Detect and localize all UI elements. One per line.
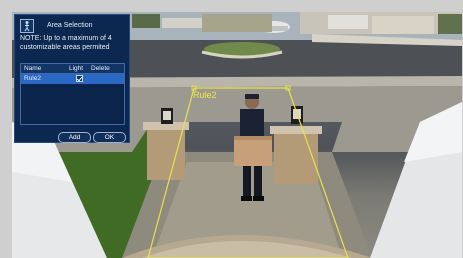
rule-label: Rule2 xyxy=(193,90,217,100)
ok-button[interactable]: OK xyxy=(93,132,126,143)
dialog-note: NOTE: Up to a maximum of 4 customizable … xyxy=(20,35,112,51)
rule-row[interactable]: Rule2 xyxy=(21,74,124,84)
column-name: Name xyxy=(24,65,42,72)
area-selection-dialog: Area Selection NOTE: Up to a maximum of … xyxy=(14,14,130,143)
screen-frame: Rule2 Area Selection NOTE: Up to a maxim… xyxy=(0,0,463,258)
dialog-title: Area Selection xyxy=(47,22,93,29)
column-light: Light xyxy=(69,65,84,72)
rule-name: Rule2 xyxy=(24,75,41,82)
list-header: Name Light Delete xyxy=(21,64,124,74)
add-button[interactable]: Add xyxy=(58,132,91,143)
column-delete: Delete xyxy=(91,65,110,72)
rules-list: Name Light Delete Rule2 xyxy=(20,63,125,125)
light-checkbox[interactable] xyxy=(76,75,83,82)
area-selection-icon xyxy=(20,19,34,33)
